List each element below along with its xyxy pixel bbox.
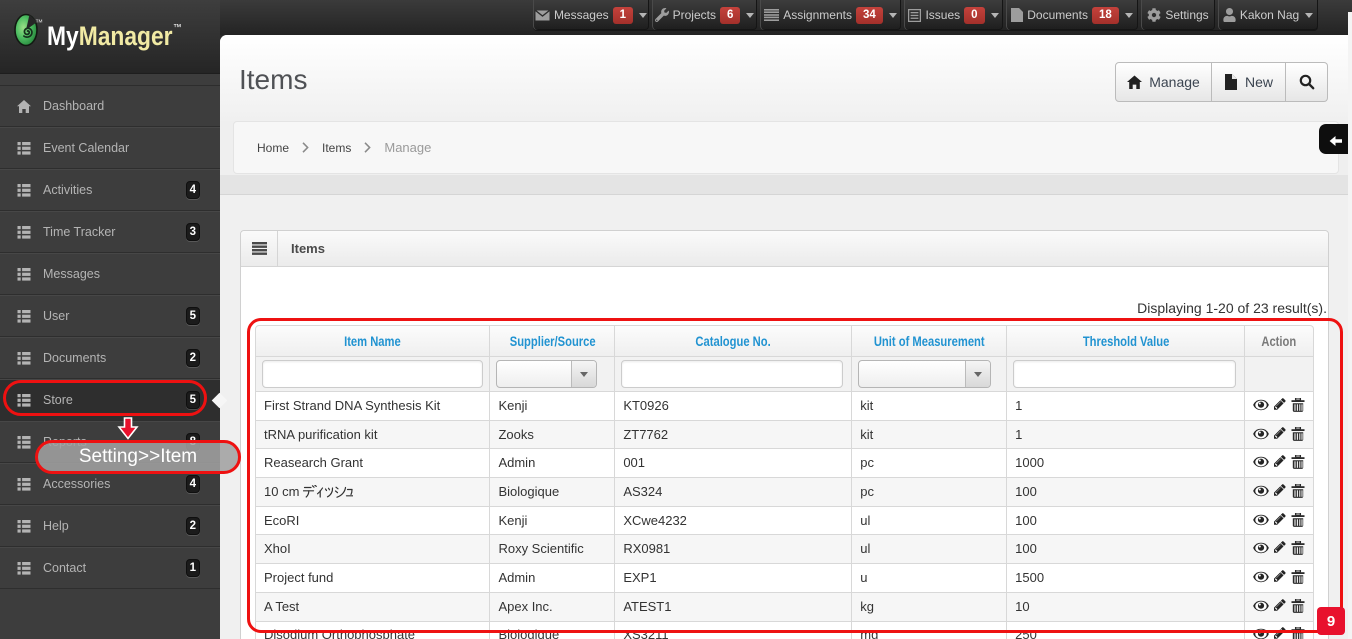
svg-text:™: ™ <box>35 18 43 27</box>
